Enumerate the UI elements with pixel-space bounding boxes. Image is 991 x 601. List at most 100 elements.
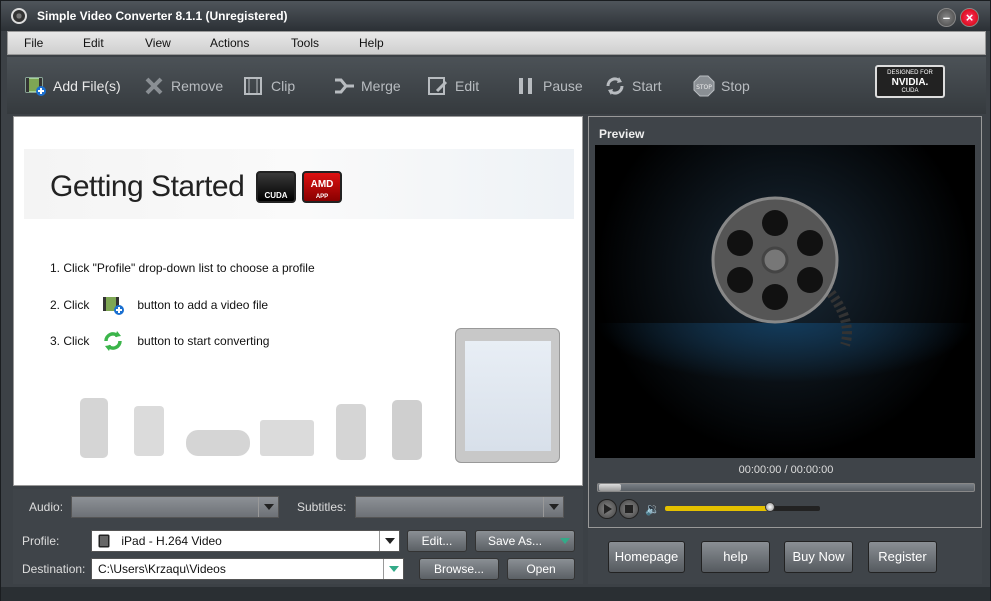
open-button[interactable]: Open	[507, 558, 575, 580]
timecode: 00:00:00 / 00:00:00	[738, 464, 834, 476]
profile-select[interactable]: iPad - H.264 Video	[91, 530, 400, 552]
amd-app-badge: AMD APP	[302, 171, 342, 203]
preview-title: Preview	[599, 127, 645, 141]
save-as-label: Save As...	[488, 534, 543, 548]
start-label: Start	[632, 78, 662, 94]
destination-input[interactable]: C:\Users\Krzaqu\Videos	[91, 558, 404, 580]
step-1: 1. Click "Profile" drop-down list to cho…	[50, 261, 315, 275]
ipad-device-icon	[98, 534, 110, 548]
preview-panel: Preview 00:00:00 / 00:00:00 �	[588, 116, 982, 528]
seek-slider[interactable]	[597, 483, 975, 492]
links-bar: Homepage help Buy Now Register	[588, 529, 982, 584]
merge-label: Merge	[361, 78, 401, 94]
getting-started-panel: Getting Started CUDA AMD APP 1. Click "P…	[13, 116, 583, 486]
start-button[interactable]: Start	[604, 73, 662, 99]
remove-button[interactable]: Remove	[143, 73, 223, 99]
subtitles-label: Subtitles:	[297, 500, 347, 514]
save-as-button[interactable]: Save As...	[475, 530, 575, 552]
step-2-suffix: button to add a video file	[137, 298, 269, 312]
step-2-prefix: 2. Click	[50, 298, 90, 312]
menu-file[interactable]: File	[24, 36, 43, 50]
amd-badge-sub: APP	[315, 194, 329, 200]
homepage-button[interactable]: Homepage	[608, 541, 685, 573]
menu-tools[interactable]: Tools	[291, 36, 319, 50]
profile-edit-button[interactable]: Edit...	[407, 530, 467, 552]
remove-label: Remove	[171, 78, 224, 94]
stop-playback-button[interactable]	[619, 499, 639, 519]
nvidia-top: DESIGNED FOR	[887, 70, 933, 76]
merge-button[interactable]: Merge	[333, 73, 401, 99]
add-video-icon	[103, 297, 125, 315]
clip-label: Clip	[271, 78, 296, 94]
pause-label: Pause	[543, 78, 583, 94]
register-button[interactable]: Register	[868, 541, 937, 573]
window-title: Simple Video Converter 8.1.1 (Unregister…	[37, 9, 288, 23]
chevron-down-icon	[560, 538, 570, 546]
svg-text:STOP: STOP	[696, 84, 712, 91]
audio-select[interactable]	[71, 496, 279, 518]
getting-started-title: Getting Started	[50, 170, 245, 203]
output-settings: Audio: Subtitles: Profile: iPad - H.264 …	[13, 489, 583, 584]
edit-label: Edit	[455, 78, 480, 94]
status-bar	[1, 587, 990, 601]
subtitles-select[interactable]	[355, 496, 564, 518]
cuda-badge: CUDA	[256, 171, 296, 203]
nvidia-cuda-logo: DESIGNED FOR NVIDIA. CUDA	[875, 65, 945, 98]
chevron-down-icon	[379, 531, 399, 551]
stop-label: Stop	[721, 78, 750, 94]
merge-arrows-icon	[335, 78, 354, 94]
volume-slider[interactable]	[665, 502, 820, 512]
preview-screen	[595, 145, 975, 458]
stop-sign-icon: STOP	[693, 75, 715, 97]
film-reel-icon	[711, 196, 852, 347]
step-3-suffix: button to start converting	[137, 334, 270, 348]
menu-view[interactable]: View	[145, 36, 171, 50]
menu-actions[interactable]: Actions	[210, 36, 249, 50]
minimize-button[interactable]: –	[937, 8, 956, 27]
chevron-down-icon	[383, 559, 403, 579]
close-button[interactable]: ×	[960, 8, 979, 27]
step-3-prefix: 3. Click	[50, 334, 90, 348]
menu-edit[interactable]: Edit	[83, 36, 104, 50]
clip-button[interactable]: Clip	[243, 73, 295, 99]
amd-badge-label: AMD	[310, 179, 334, 190]
title-bar[interactable]: Simple Video Converter 8.1.1 (Unregister…	[1, 1, 990, 31]
volume-slider-handle[interactable]	[765, 502, 776, 512]
add-video-icon	[25, 77, 46, 96]
help-button[interactable]: help	[701, 541, 770, 573]
nvidia-brand: NVIDIA.	[891, 77, 929, 88]
step-2: 2. Click button to add a video file	[50, 293, 268, 317]
ipad-illustration	[455, 328, 560, 463]
stop-button[interactable]: STOP Stop	[693, 73, 750, 99]
pause-icon	[519, 78, 532, 94]
buy-now-button[interactable]: Buy Now	[784, 541, 853, 573]
film-reel-icon[interactable]	[11, 8, 27, 24]
toolbar: Add File(s) Remove Clip Merge Edit Pause…	[7, 57, 986, 114]
remove-x-icon	[145, 77, 163, 95]
refresh-arrows-icon	[104, 331, 123, 351]
add-files-button[interactable]: Add File(s)	[25, 73, 121, 99]
destination-label: Destination:	[22, 562, 86, 576]
edit-button[interactable]: Edit	[427, 73, 479, 99]
profile-select-value: iPad - H.264 Video	[121, 534, 222, 548]
add-files-label: Add File(s)	[53, 78, 121, 94]
profile-label: Profile:	[22, 534, 60, 548]
seek-slider-handle[interactable]	[599, 484, 621, 491]
edit-film-icon	[428, 77, 448, 95]
film-clip-icon	[244, 77, 262, 95]
nvidia-sub: CUDA	[901, 88, 919, 94]
menu-help[interactable]: Help	[359, 36, 384, 50]
step-3: 3. Click button to start converting	[50, 329, 269, 353]
audio-label: Audio:	[29, 500, 64, 514]
refresh-arrows-icon	[606, 77, 624, 95]
volume-icon[interactable]: 🔉	[645, 502, 660, 516]
menu-bar: File Edit View Actions Tools Help	[7, 31, 986, 55]
play-icon	[604, 504, 612, 514]
browse-button[interactable]: Browse...	[419, 558, 499, 580]
pause-button[interactable]: Pause	[515, 73, 583, 99]
stop-icon	[625, 505, 633, 513]
play-button[interactable]	[597, 499, 617, 519]
chevron-down-icon	[258, 497, 278, 517]
volume-level	[665, 506, 771, 511]
destination-value: C:\Users\Krzaqu\Videos	[98, 562, 226, 576]
